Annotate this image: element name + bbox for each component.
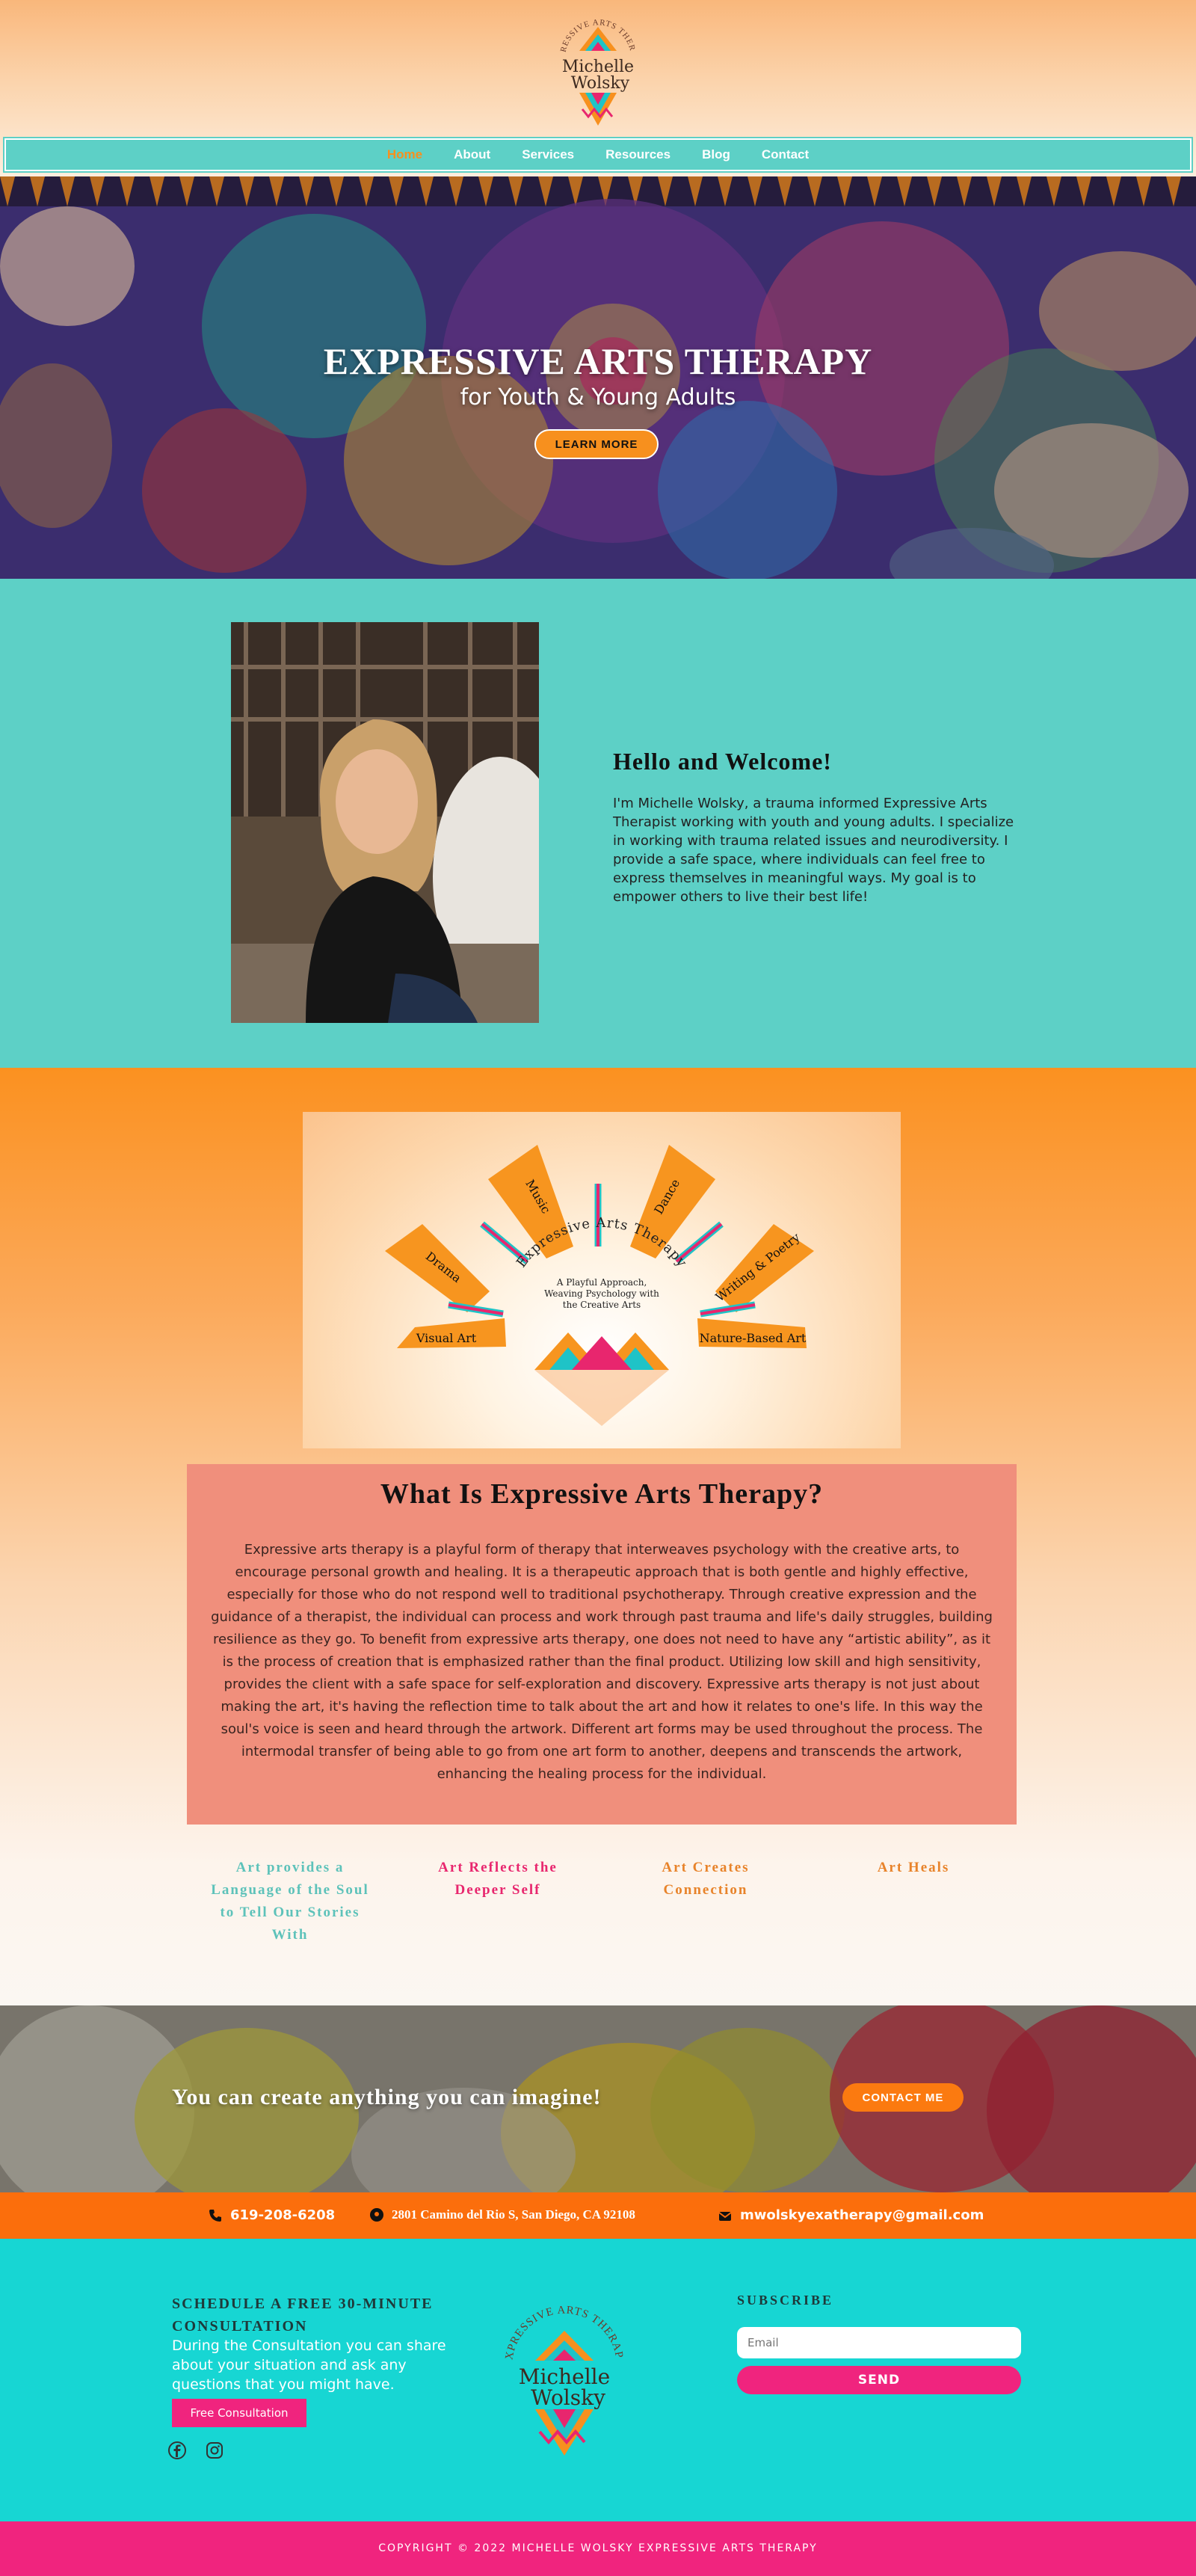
contact-email[interactable]: mwolskyexatherapy@gmail.com <box>718 2207 984 2223</box>
instagram-icon[interactable] <box>205 2441 224 2460</box>
nav-about[interactable]: About <box>454 147 490 162</box>
main-nav: Home About Services Resources Blog Conta… <box>4 138 1192 171</box>
logo-graphic: EXPRESSIVE ARTS THERAPY Michelle Wolsky <box>554 0 636 126</box>
subscribe-email-input[interactable] <box>737 2327 1021 2358</box>
tagline-connection: Art Creates Connection <box>662 1860 750 1898</box>
phone-text: 619-208-6208 <box>230 2207 336 2223</box>
ray-label-nature: Nature-Based Art <box>700 1331 807 1345</box>
what-is-text: Expressive arts therapy is a playful for… <box>211 1542 993 1782</box>
facebook-icon[interactable] <box>167 2441 187 2460</box>
contact-me-button[interactable]: CONTACT ME <box>842 2083 964 2112</box>
therapist-photo <box>231 622 539 1023</box>
schedule-text: During the Consultation you can share ab… <box>172 2337 446 2393</box>
hero-banner: EXPRESSIVE ARTS THERAPY for Youth & Youn… <box>0 176 1196 579</box>
cta-banner: You can create anything you can imagine!… <box>0 2005 1196 2192</box>
nav-home[interactable]: Home <box>387 147 422 162</box>
welcome-title: Hello and Welcome! <box>613 748 832 775</box>
tagline-language: Art provides a Language of the Soul to T… <box>211 1860 369 1943</box>
contact-phone[interactable]: 619-208-6208 <box>208 2207 335 2223</box>
mail-icon <box>718 2211 732 2221</box>
welcome-text: I'm Michelle Wolsky, a trauma informed E… <box>613 796 1014 905</box>
logo-name-line2: Wolsky <box>571 74 630 93</box>
ray-label-visual-art: Visual Art <box>416 1331 477 1345</box>
learn-more-button[interactable]: LEARN MORE <box>534 429 659 459</box>
welcome-section: Hello and Welcome! I'm Michelle Wolsky, … <box>0 579 1196 1068</box>
site-logo[interactable]: EXPRESSIVE ARTS THERAPY Michelle Wolsky <box>554 0 639 136</box>
copyright-bar: COPYRIGHT © 2022 MICHELLE WOLSKY EXPRESS… <box>0 2521 1196 2576</box>
site-footer: SCHEDULE A FREE 30-MINUTE CONSULTATION D… <box>0 2239 1196 2521</box>
diagram-caption-2: Weaving Psychology with <box>544 1288 659 1299</box>
address-text: 2801 Camino del Rio S, San Diego, CA 921… <box>392 2207 635 2222</box>
contact-address[interactable]: 2801 Camino del Rio S, San Diego, CA 921… <box>369 2207 635 2222</box>
phone-icon <box>209 2209 221 2222</box>
what-is-section: Visual Art Drama Music Dance Writing & P… <box>0 1068 1196 2005</box>
nav-resources[interactable]: Resources <box>605 147 671 162</box>
nav-blog[interactable]: Blog <box>702 147 730 162</box>
what-is-title: What Is Expressive Arts Therapy? <box>380 1478 824 1510</box>
nav-contact[interactable]: Contact <box>762 147 809 162</box>
site-header: EXPRESSIVE ARTS THERAPY Michelle Wolsky … <box>0 0 1196 176</box>
footer-logo-name-2: Wolsky <box>531 2385 605 2410</box>
tagline-reflects: Art Reflects the Deeper Self <box>438 1860 558 1898</box>
hero-subtitle: for Youth & Young Adults <box>460 384 736 411</box>
arts-diagram: Visual Art Drama Music Dance Writing & P… <box>303 1112 901 1448</box>
diagram-caption-3: the Creative Arts <box>563 1300 641 1310</box>
free-consultation-button[interactable]: Free Consultation <box>172 2399 306 2427</box>
send-button[interactable]: SEND <box>737 2366 1021 2394</box>
diagram-caption-1: A Playful Approach, <box>556 1277 647 1288</box>
tagline-heals: Art Heals <box>877 1860 950 1875</box>
what-is-box: What Is Expressive Arts Therapy? Express… <box>187 1464 1017 1825</box>
cta-text: You can create anything you can imagine! <box>172 2085 602 2109</box>
schedule-title: SCHEDULE A FREE 30-MINUTE CONSULTATION <box>172 2296 434 2334</box>
location-icon <box>370 2208 383 2222</box>
nav-services[interactable]: Services <box>522 147 574 162</box>
hero-title: EXPRESSIVE ARTS THERAPY <box>323 340 873 382</box>
contact-bar: 619-208-6208 2801 Camino del Rio S, San … <box>0 2192 1196 2239</box>
footer-logo[interactable]: EXPRESSIVE ARTS THERAPY Michelle Wolsky <box>493 2288 631 2462</box>
email-text: mwolskyexatherapy@gmail.com <box>740 2207 984 2223</box>
subscribe-title: SUBSCRIBE <box>737 2293 834 2308</box>
